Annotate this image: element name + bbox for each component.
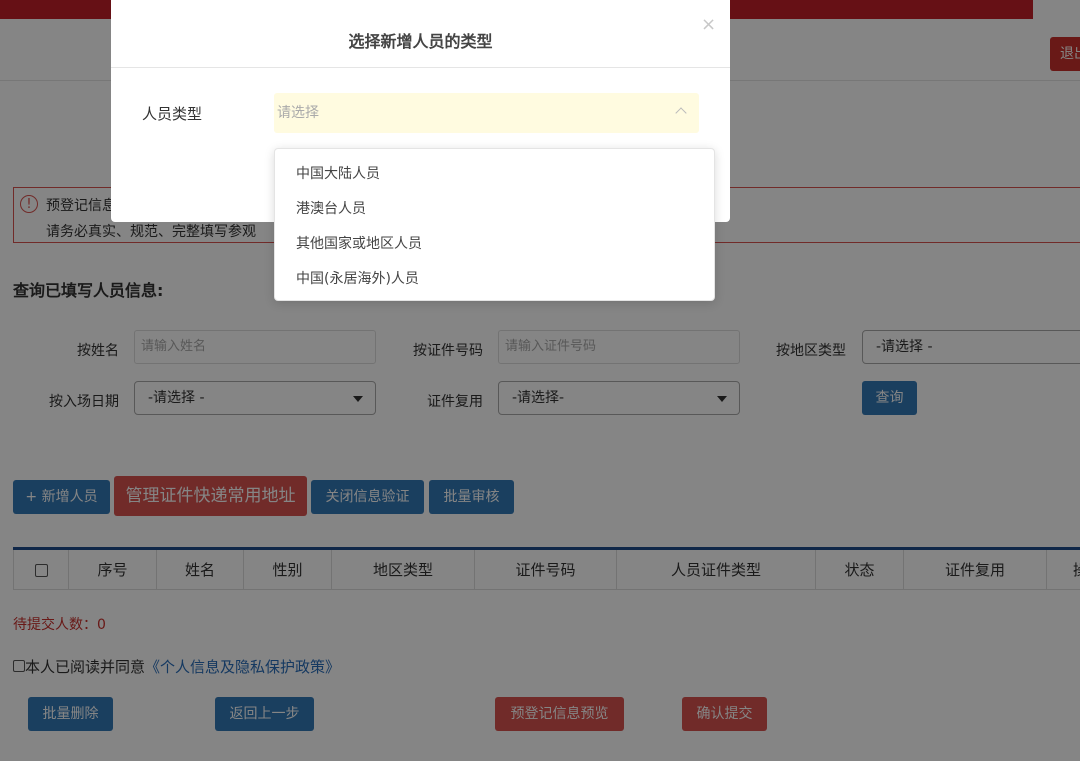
- close-icon[interactable]: ×: [701, 14, 716, 35]
- option-overseas-resident[interactable]: 中国(永居海外)人员: [296, 268, 419, 288]
- option-mainland[interactable]: 中国大陆人员: [296, 163, 380, 183]
- chevron-up-icon: [675, 107, 686, 118]
- person-type-select[interactable]: 请选择: [274, 93, 699, 133]
- modal-divider: [111, 67, 730, 68]
- modal-title: 选择新增人员的类型: [111, 28, 730, 52]
- option-hk-macao-taiwan[interactable]: 港澳台人员: [296, 198, 366, 218]
- option-other-country[interactable]: 其他国家或地区人员: [296, 233, 422, 253]
- person-type-label: 人员类型: [142, 103, 202, 124]
- person-type-placeholder: 请选择: [277, 105, 319, 121]
- person-type-dropdown: 中国大陆人员 港澳台人员 其他国家或地区人员 中国(永居海外)人员: [274, 148, 715, 301]
